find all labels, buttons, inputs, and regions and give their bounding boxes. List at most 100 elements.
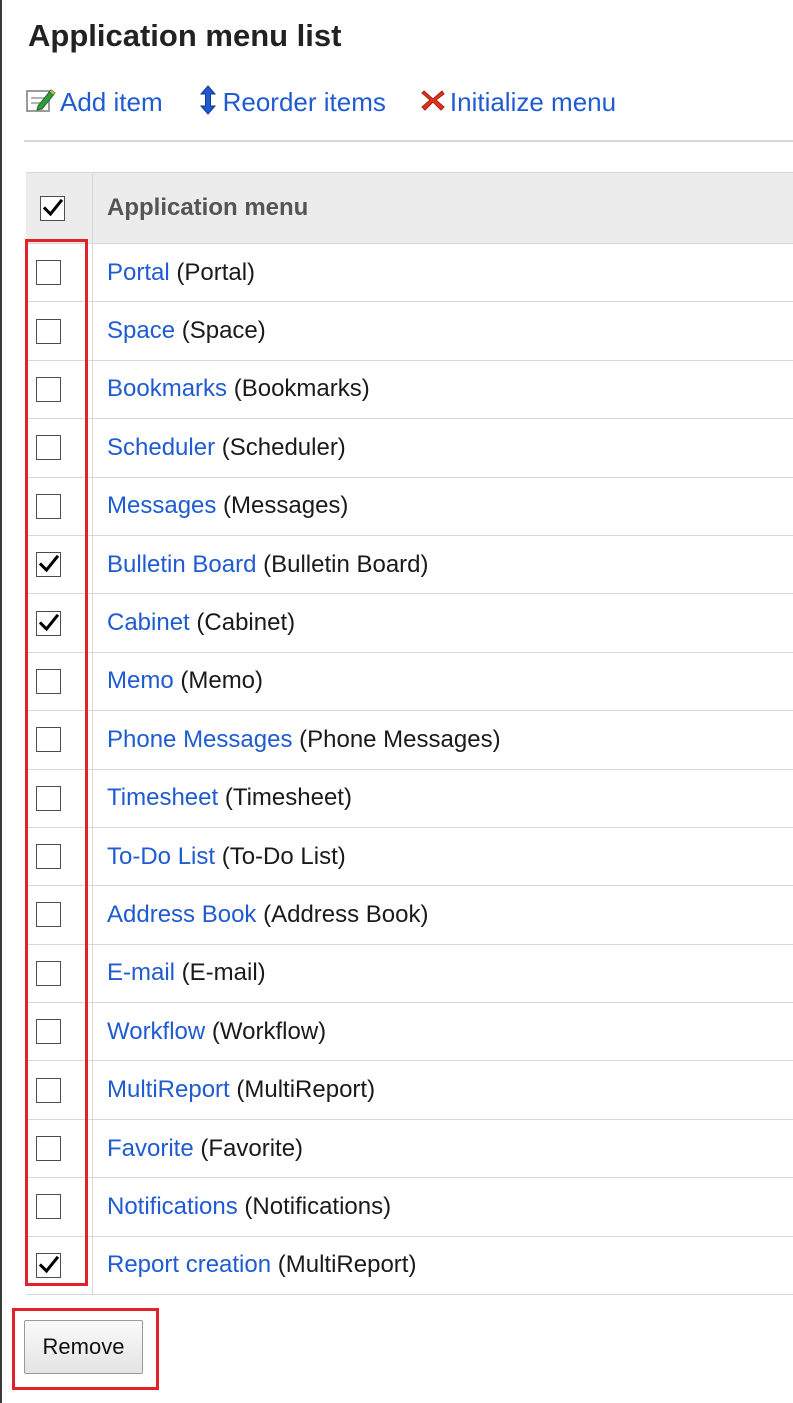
edit-note-icon bbox=[26, 87, 56, 118]
application-name: (To-Do List) bbox=[215, 842, 346, 870]
menu-item-link[interactable]: Report creation bbox=[107, 1251, 271, 1278]
row-checkbox-cell bbox=[26, 943, 93, 1004]
reorder-items-link[interactable]: Reorder items bbox=[197, 84, 386, 120]
table-row: Scheduler (Scheduler) bbox=[26, 418, 793, 478]
red-x-icon bbox=[420, 88, 446, 117]
menu-name-cell: Workflow (Workflow) bbox=[92, 1002, 793, 1062]
row-checkbox-cell bbox=[26, 593, 93, 653]
menu-name-cell: Space (Space) bbox=[92, 301, 793, 361]
up-down-arrow-icon bbox=[197, 84, 219, 120]
table-row: Phone Messages (Phone Messages) bbox=[26, 710, 793, 770]
menu-item-link[interactable]: Address Book bbox=[107, 901, 256, 928]
table-row: Memo (Memo) bbox=[26, 651, 793, 712]
column-header-application-menu: Application menu bbox=[92, 172, 793, 244]
menu-item-link[interactable]: Workflow bbox=[107, 1018, 205, 1045]
application-name: (Bookmarks) bbox=[227, 375, 370, 403]
table-header-row: Application menu bbox=[26, 172, 793, 244]
row-checkbox[interactable] bbox=[36, 260, 61, 286]
row-checkbox-cell bbox=[26, 1235, 93, 1296]
row-checkbox[interactable] bbox=[36, 1136, 61, 1162]
table-row: Bulletin Board (Bulletin Board) bbox=[26, 534, 793, 595]
reorder-items-label: Reorder items bbox=[222, 86, 386, 117]
menu-item-link[interactable]: Notifications bbox=[107, 1193, 238, 1220]
application-name: (Timesheet) bbox=[218, 784, 352, 812]
menu-item-link[interactable]: Timesheet bbox=[107, 784, 218, 811]
menu-name-cell: Favorite (Favorite) bbox=[92, 1118, 793, 1179]
menu-item-link[interactable]: Phone Messages bbox=[107, 726, 292, 753]
row-checkbox[interactable] bbox=[36, 844, 61, 870]
menu-name-cell: Portal (Portal) bbox=[92, 242, 793, 303]
menu-item-link[interactable]: Favorite bbox=[107, 1135, 194, 1162]
application-name: (Scheduler) bbox=[215, 433, 346, 461]
application-name: (Notifications) bbox=[237, 1192, 392, 1220]
row-checkbox-cell bbox=[26, 885, 93, 945]
table-row: Portal (Portal) bbox=[26, 242, 793, 303]
menu-item-link[interactable]: Scheduler bbox=[107, 434, 215, 461]
row-checkbox-cell bbox=[26, 710, 93, 770]
menu-item-link[interactable]: MultiReport bbox=[107, 1076, 230, 1103]
row-checkbox[interactable] bbox=[36, 785, 61, 811]
menu-item-link[interactable]: E-mail bbox=[107, 959, 175, 986]
row-checkbox-cell bbox=[26, 534, 93, 595]
menu-item-link[interactable]: Bulletin Board bbox=[107, 551, 256, 578]
left-border bbox=[0, 0, 2, 1403]
add-item-link[interactable]: Add item bbox=[26, 87, 163, 118]
row-checkbox-cell bbox=[26, 768, 93, 828]
table-row: To-Do List (To-Do List) bbox=[26, 826, 793, 887]
menu-name-cell: Report creation (MultiReport) bbox=[92, 1235, 793, 1296]
application-name: (Portal) bbox=[169, 258, 256, 286]
row-checkbox-cell bbox=[26, 359, 93, 420]
menu-name-cell: Notifications (Notifications) bbox=[92, 1177, 793, 1237]
row-checkbox[interactable] bbox=[36, 1077, 61, 1103]
table-row: Notifications (Notifications) bbox=[26, 1177, 793, 1237]
row-checkbox[interactable] bbox=[36, 1252, 61, 1278]
row-checkbox-cell bbox=[26, 242, 93, 303]
application-name: (Phone Messages) bbox=[292, 725, 501, 753]
row-checkbox-cell bbox=[26, 651, 93, 712]
menu-name-cell: Timesheet (Timesheet) bbox=[92, 768, 793, 828]
menu-name-cell: Bulletin Board (Bulletin Board) bbox=[92, 534, 793, 595]
menu-name-cell: Cabinet (Cabinet) bbox=[92, 593, 793, 653]
initialize-menu-link[interactable]: Initialize menu bbox=[420, 87, 616, 118]
menu-item-link[interactable]: Cabinet bbox=[107, 609, 190, 636]
menu-item-link[interactable]: Space bbox=[107, 317, 175, 344]
menu-item-link[interactable]: Portal bbox=[107, 259, 170, 286]
application-name: (Workflow) bbox=[205, 1017, 327, 1045]
remove-button[interactable]: Remove bbox=[24, 1320, 143, 1374]
menu-name-cell: To-Do List (To-Do List) bbox=[92, 826, 793, 887]
row-checkbox-cell bbox=[26, 1118, 93, 1179]
toolbar-divider bbox=[24, 140, 793, 142]
table-row: Timesheet (Timesheet) bbox=[26, 768, 793, 828]
row-checkbox[interactable] bbox=[36, 668, 61, 694]
row-checkbox[interactable] bbox=[36, 552, 61, 578]
table-row: Favorite (Favorite) bbox=[26, 1118, 793, 1179]
row-checkbox[interactable] bbox=[36, 727, 61, 753]
row-checkbox[interactable] bbox=[36, 493, 61, 519]
application-name: (Bulletin Board) bbox=[256, 550, 429, 578]
row-checkbox[interactable] bbox=[36, 1019, 61, 1045]
table-row: E-mail (E-mail) bbox=[26, 943, 793, 1004]
row-checkbox[interactable] bbox=[36, 610, 61, 636]
select-all-checkbox[interactable] bbox=[40, 195, 65, 221]
row-checkbox[interactable] bbox=[36, 318, 61, 344]
table-row: Cabinet (Cabinet) bbox=[26, 593, 793, 653]
application-name: (MultiReport) bbox=[229, 1076, 376, 1104]
select-all-cell bbox=[26, 172, 93, 244]
row-checkbox[interactable] bbox=[36, 960, 61, 986]
row-checkbox[interactable] bbox=[36, 902, 61, 928]
row-checkbox[interactable] bbox=[36, 435, 61, 461]
menu-item-link[interactable]: To-Do List bbox=[107, 843, 215, 870]
row-checkbox-cell bbox=[26, 1177, 93, 1237]
table-row: Report creation (MultiReport) bbox=[26, 1235, 793, 1296]
row-checkbox[interactable] bbox=[36, 1194, 61, 1220]
menu-item-link[interactable]: Bookmarks bbox=[107, 375, 227, 402]
menu-name-cell: MultiReport (MultiReport) bbox=[92, 1060, 793, 1120]
menu-item-link[interactable]: Memo bbox=[107, 667, 174, 694]
menu-name-cell: Memo (Memo) bbox=[92, 651, 793, 712]
row-checkbox[interactable] bbox=[36, 376, 61, 402]
application-name: (Space) bbox=[175, 317, 266, 345]
table-row: Space (Space) bbox=[26, 301, 793, 361]
initialize-menu-label: Initialize menu bbox=[449, 86, 617, 117]
menu-item-link[interactable]: Messages bbox=[107, 492, 216, 519]
menu-name-cell: E-mail (E-mail) bbox=[92, 943, 793, 1004]
